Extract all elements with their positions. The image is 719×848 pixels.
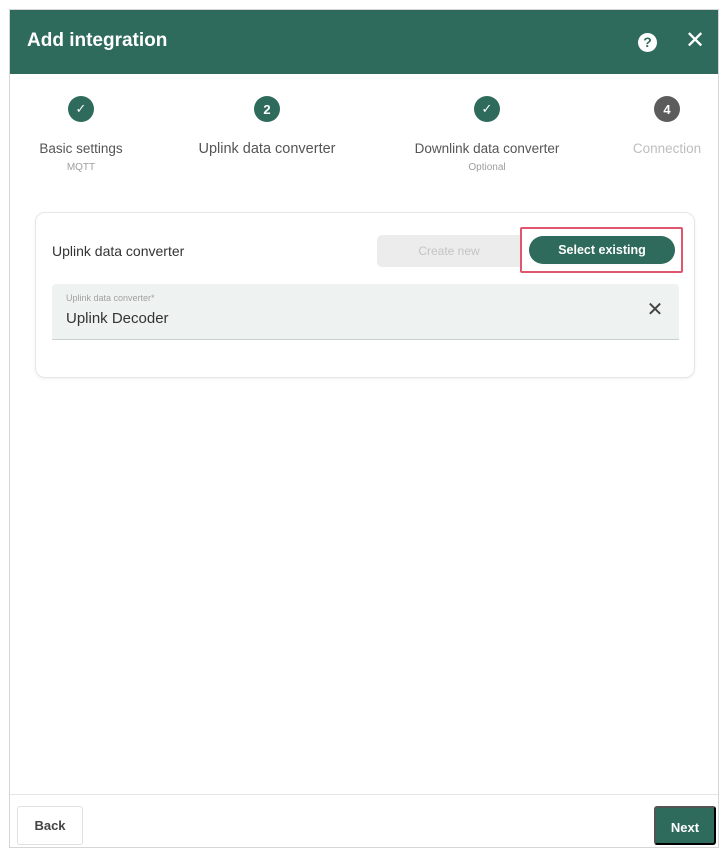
dialog-footer: Back Next	[10, 794, 718, 847]
step-label: Basic settings	[39, 141, 123, 156]
step-downlink-data-converter[interactable]: ✓ Downlink data converter Optional	[397, 96, 577, 173]
add-integration-dialog: Add integration ? ✕ ✓ Basic settings MQT…	[9, 9, 719, 848]
close-icon[interactable]: ✕	[684, 29, 706, 53]
step-label: Connection	[632, 141, 702, 156]
step-uplink-data-converter[interactable]: 2 Uplink data converter	[177, 96, 357, 157]
dialog-header: Add integration ? ✕	[10, 10, 718, 74]
dialog-title: Add integration	[27, 30, 168, 51]
step-sublabel: Optional	[468, 162, 506, 173]
clear-icon[interactable]: ✕	[645, 300, 665, 320]
back-button[interactable]: Back	[17, 806, 83, 845]
select-existing-button[interactable]: Select existing	[529, 236, 675, 264]
step-check-icon: ✓	[474, 96, 500, 122]
field-value[interactable]: Uplink Decoder	[66, 310, 169, 327]
select-existing-highlight: Select existing	[520, 227, 683, 273]
uplink-converter-card: Uplink data converter Create new Select …	[35, 212, 695, 378]
step-basic-settings[interactable]: ✓ Basic settings MQTT	[10, 96, 171, 173]
uplink-converter-field[interactable]: Uplink data converter* Uplink Decoder ✕	[52, 284, 679, 340]
create-new-button[interactable]: Create new	[377, 235, 521, 267]
step-number-badge: 2	[254, 96, 280, 122]
next-button[interactable]: Next	[654, 806, 716, 845]
help-icon[interactable]: ?	[638, 33, 657, 52]
step-label: Uplink data converter	[198, 141, 336, 157]
step-sublabel: MQTT	[66, 162, 96, 173]
field-label: Uplink data converter*	[66, 293, 155, 303]
step-number-badge: 4	[654, 96, 680, 122]
card-title: Uplink data converter	[52, 243, 185, 259]
step-connection: 4 Connection	[577, 96, 718, 156]
stepper: ✓ Basic settings MQTT 2 Uplink data conv…	[10, 74, 718, 204]
step-label: Downlink data converter	[414, 141, 560, 156]
step-check-icon: ✓	[68, 96, 94, 122]
